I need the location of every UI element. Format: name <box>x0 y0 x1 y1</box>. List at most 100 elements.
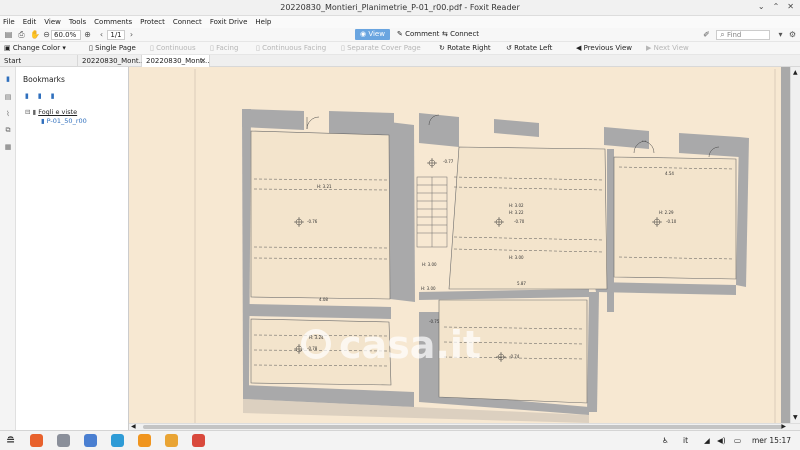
room-height-label: H: 3.00 <box>422 262 437 267</box>
room-height-label: H: 2.29 <box>659 210 674 215</box>
menu-connect[interactable]: Connect <box>173 18 202 26</box>
room-height-label: H: 3.22 <box>509 210 524 215</box>
settings-app-icon[interactable] <box>138 434 151 447</box>
scroll-up-icon[interactable]: ▲ <box>793 69 798 76</box>
hand-tool-icon[interactable]: ✋ <box>30 30 40 39</box>
maximize-button[interactable]: ⌃ <box>773 2 780 11</box>
menu-view[interactable]: View <box>44 18 61 26</box>
tab-view-label: View <box>368 30 385 38</box>
rotate-left-button[interactable]: ↺ Rotate Left <box>506 44 552 53</box>
menu-foxit-drive[interactable]: Foxit Drive <box>210 18 248 26</box>
dimension-label: 4.08 <box>319 297 328 302</box>
continuous-button[interactable]: ▯ Continuous <box>150 44 196 53</box>
tab-document-1[interactable]: 20220830_Mont… <box>78 55 146 67</box>
print-icon[interactable]: ⎙ <box>17 30 26 39</box>
vertical-scrollbar[interactable]: ▲ ▼ <box>790 67 800 423</box>
add-bookmark-icon[interactable]: ▮ <box>25 92 29 100</box>
tab-view[interactable]: ◉ View <box>355 29 390 40</box>
find-options-icon[interactable]: ▾ <box>776 30 785 39</box>
tab-connect[interactable]: ⇆ Connect <box>437 29 484 40</box>
settings-icon[interactable]: ⚙ <box>788 30 797 39</box>
bookmarks-title: Bookmarks <box>23 75 65 84</box>
watermark-text: casa.it <box>339 323 482 367</box>
document-canvas[interactable]: H: 3.21 H: 3.02 H: 3.22 H: 2.29 H: 3.00 … <box>129 67 790 423</box>
previous-view-button[interactable]: ◀ Previous View <box>576 44 632 53</box>
floor-plan-page <box>129 67 781 423</box>
scroll-thumb[interactable] <box>143 425 783 429</box>
room-1 <box>250 130 391 300</box>
scroll-right-icon[interactable]: ▶ <box>781 423 786 430</box>
zoom-out-icon[interactable]: ⊖ <box>42 30 51 39</box>
continuous-facing-button[interactable]: ▯ Continuous Facing <box>256 44 326 53</box>
zoom-in-icon[interactable]: ⊕ <box>83 30 92 39</box>
bookmark-root[interactable]: ⊟ ▮ Fogli e viste <box>25 108 77 116</box>
volume-icon[interactable]: ◀) <box>717 436 726 445</box>
bookmark-child-icon: ▮ <box>41 117 45 125</box>
document-icon[interactable] <box>84 434 97 447</box>
taskbar: ≘ ♿ it ◢ ◀) ▭ mer 15:17 <box>0 430 800 450</box>
separate-cover-button[interactable]: ▯ Separate Cover Page <box>341 44 421 53</box>
rotate-left-label: Rotate Left <box>514 44 553 52</box>
gallery-icon[interactable] <box>192 434 205 447</box>
change-color-button[interactable]: ▣ Change Color ▾ <box>4 44 66 53</box>
next-view-button[interactable]: ▶ Next View <box>646 44 689 53</box>
single-page-button[interactable]: ▯ Single Page <box>89 44 136 53</box>
expand-bookmark-icon[interactable]: ▮ <box>38 92 42 100</box>
rotate-right-button[interactable]: ↻ Rotate Right <box>439 44 491 53</box>
collapse-toggle-icon[interactable]: ⊟ <box>25 108 30 116</box>
menu-tools[interactable]: Tools <box>69 18 86 26</box>
tab-connect-label: Connect <box>450 30 480 38</box>
menu-protect[interactable]: Protect <box>140 18 165 26</box>
layers-icon[interactable]: ⧉ <box>4 126 12 134</box>
foxit-icon[interactable] <box>165 434 178 447</box>
battery-icon[interactable]: ▭ <box>734 436 741 445</box>
menu-help[interactable]: Help <box>255 18 271 26</box>
close-button[interactable]: ✕ <box>787 2 794 11</box>
zoom-field[interactable]: 60.0% <box>51 30 81 40</box>
window-title: 20220830_Montieri_Planimetrie_P-01_r00.p… <box>280 3 520 12</box>
level-label: -0.70 <box>514 219 525 224</box>
launcher-icon[interactable]: ≘ <box>6 434 15 447</box>
bookmark-child[interactable]: ▮ P-01_50_r00 <box>41 117 87 125</box>
pages-panel-icon[interactable]: ▤ <box>4 93 12 101</box>
bookmarks-panel: Bookmarks ▮ ▮ ▮ ⊟ ▮ Fogli e viste ▮ P-01… <box>16 67 129 430</box>
open-icon[interactable]: ▤ <box>4 30 13 39</box>
continuous-facing-label: Continuous Facing <box>262 44 327 52</box>
files-icon[interactable] <box>57 434 70 447</box>
tab-start[interactable]: Start <box>0 55 78 67</box>
store-icon[interactable] <box>111 434 124 447</box>
level-label: -0.10 <box>666 219 677 224</box>
navigation-sidebar: ▮ ▤ ⌇ ⧉ ▦ <box>0 67 16 430</box>
language-indicator[interactable]: it <box>683 436 688 445</box>
minimize-button[interactable]: ⌄ <box>758 2 765 11</box>
window-controls: ⌄ ⌃ ✕ <box>758 2 794 11</box>
bookmark-panel-icon[interactable]: ▮ <box>4 75 12 83</box>
level-label: -0.74 <box>509 354 520 359</box>
menu-edit[interactable]: Edit <box>23 18 37 26</box>
dimension-label: 4.54 <box>665 171 674 176</box>
bookmark-root-label: Fogli e viste <box>38 108 78 116</box>
facing-button[interactable]: ▯ Facing <box>210 44 238 53</box>
network-icon[interactable]: ◢ <box>704 436 710 445</box>
scroll-left-icon[interactable]: ◀ <box>131 423 136 430</box>
search-icon: ⌕ <box>720 30 725 39</box>
prev-page-icon[interactable]: ‹ <box>97 30 106 39</box>
highlight-icon[interactable]: ✐ <box>702 30 711 39</box>
next-page-icon[interactable]: › <box>127 30 136 39</box>
close-tab-icon[interactable]: ✕ <box>200 55 206 67</box>
clock[interactable]: mer 15:17 <box>752 436 791 445</box>
accessibility-icon[interactable]: ♿ <box>662 436 669 445</box>
room-3 <box>613 156 737 280</box>
menu-file[interactable]: File <box>3 18 15 26</box>
room-height-label: H: 3.00 <box>421 286 436 291</box>
view-toolbar: ▣ Change Color ▾ ▯ Single Page ▯ Continu… <box>0 42 800 55</box>
firefox-icon[interactable] <box>30 434 43 447</box>
horizontal-scrollbar[interactable]: ◀ ▶ <box>129 423 800 430</box>
collapse-bookmark-icon[interactable]: ▮ <box>51 92 55 100</box>
tab-document-2[interactable]: 20220830_Mont… ✕ <box>142 55 210 67</box>
attachments-icon[interactable]: ⌇ <box>4 110 12 118</box>
scroll-down-icon[interactable]: ▼ <box>793 414 798 421</box>
page-field[interactable]: 1/1 <box>107 30 125 40</box>
comments-panel-icon[interactable]: ▦ <box>4 143 12 151</box>
menu-comments[interactable]: Comments <box>94 18 132 26</box>
